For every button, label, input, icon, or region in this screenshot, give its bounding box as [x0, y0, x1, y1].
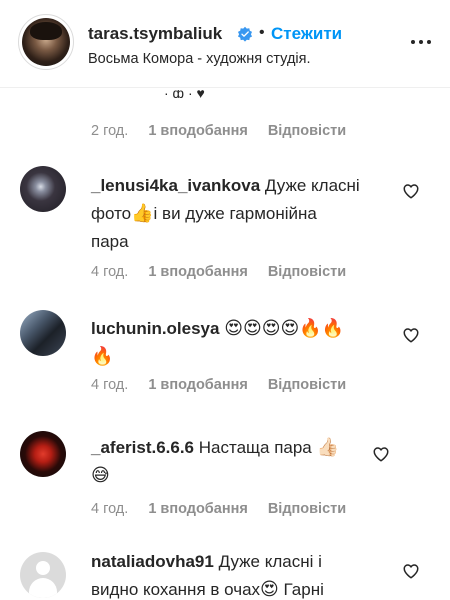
- commenter-username[interactable]: _aferist.6.6.6: [91, 438, 194, 457]
- post-header: taras.tsymbaliuk • Стежити Восьма Комора…: [0, 0, 450, 88]
- thumbs-up-emoji: 👍: [131, 203, 154, 224]
- comment-text: Дуже класні: [264, 176, 360, 195]
- comment-text: пара: [91, 232, 129, 251]
- reply-button[interactable]: Відповісти: [268, 501, 346, 517]
- heart-outline-icon[interactable]: [402, 182, 420, 200]
- comment-time: 4 год.: [91, 264, 129, 280]
- fire-emoji: 🔥: [91, 346, 114, 367]
- comment-time: 2 год.: [91, 123, 129, 139]
- comment-text: видно кохання в очах: [91, 580, 261, 599]
- author-avatar-image: [22, 18, 70, 66]
- sweat-smile-emoji: 😅: [91, 465, 110, 486]
- heart-eyes-emoji: 😍: [260, 579, 279, 600]
- comment-likes[interactable]: 1 вподобання: [148, 377, 248, 393]
- comment-likes[interactable]: 1 вподобання: [148, 264, 248, 280]
- commenter-username[interactable]: nataliadovha91: [91, 552, 214, 571]
- comment-meta: 2 год. 1 вподобання Відповісти: [91, 123, 346, 139]
- commenter-username[interactable]: luchunin.olesya: [91, 319, 219, 338]
- comment-time: 4 год.: [91, 501, 129, 517]
- follow-button[interactable]: Стежити: [271, 24, 342, 44]
- comment-likes[interactable]: 1 вподобання: [148, 123, 248, 139]
- comment-meta: 4 год. 1 вподобання Відповісти: [91, 377, 346, 393]
- author-bio: Восьма Комора - художня студія.: [88, 51, 311, 67]
- commenter-username[interactable]: _lenusi4ka_ivankova: [91, 176, 260, 195]
- commenter-avatar[interactable]: [20, 310, 66, 356]
- author-username[interactable]: taras.tsymbaliuk: [88, 24, 222, 44]
- comment-body: _lenusi4ka_ivankova Дуже класні фото👍і в…: [91, 172, 381, 256]
- avatar-placeholder-icon: [29, 578, 57, 598]
- reply-button[interactable]: Відповісти: [268, 377, 346, 393]
- comment-meta: 4 год. 1 вподобання Відповісти: [91, 501, 346, 517]
- separator-dot: •: [259, 24, 265, 41]
- verified-badge-icon: [237, 26, 253, 42]
- comment-text: фото: [91, 204, 132, 223]
- heart-outline-icon[interactable]: [402, 326, 420, 344]
- author-avatar[interactable]: [18, 14, 74, 70]
- comment-text: і ви дуже гармонійна: [153, 204, 317, 223]
- more-options-icon[interactable]: [410, 40, 432, 48]
- comment-body: nataliadovha91 Дуже класні і видно кохан…: [91, 548, 381, 600]
- heart-outline-icon[interactable]: [402, 562, 420, 580]
- comment-text: Настаща пара: [198, 438, 312, 457]
- reply-button[interactable]: Відповісти: [268, 264, 346, 280]
- comment-likes[interactable]: 1 вподобання: [148, 501, 248, 517]
- comment-time: 4 год.: [91, 377, 129, 393]
- emoji-sequence: 😍😍😍😍🔥🔥: [224, 318, 345, 339]
- comment-body: _aferist.6.6.6 Настаща пара 👍🏻 😅: [91, 434, 381, 490]
- comment-body: luchunin.olesya 😍😍😍😍🔥🔥 🔥: [91, 315, 381, 371]
- commenter-avatar[interactable]: [20, 431, 66, 477]
- commenter-avatar[interactable]: [20, 552, 66, 598]
- heart-outline-icon[interactable]: [372, 445, 390, 463]
- reply-button[interactable]: Відповісти: [268, 123, 346, 139]
- avatar-placeholder-icon: [36, 561, 50, 575]
- thumbs-up-emoji: 👍🏻: [316, 437, 339, 458]
- comment-meta: 4 год. 1 вподобання Відповісти: [91, 264, 346, 280]
- comment-text: Гарні: [283, 580, 324, 599]
- commenter-avatar[interactable]: [20, 166, 66, 212]
- comment-text: Дуже класні і: [218, 552, 322, 571]
- previous-comment-fragment: · ф · ♥: [164, 90, 205, 98]
